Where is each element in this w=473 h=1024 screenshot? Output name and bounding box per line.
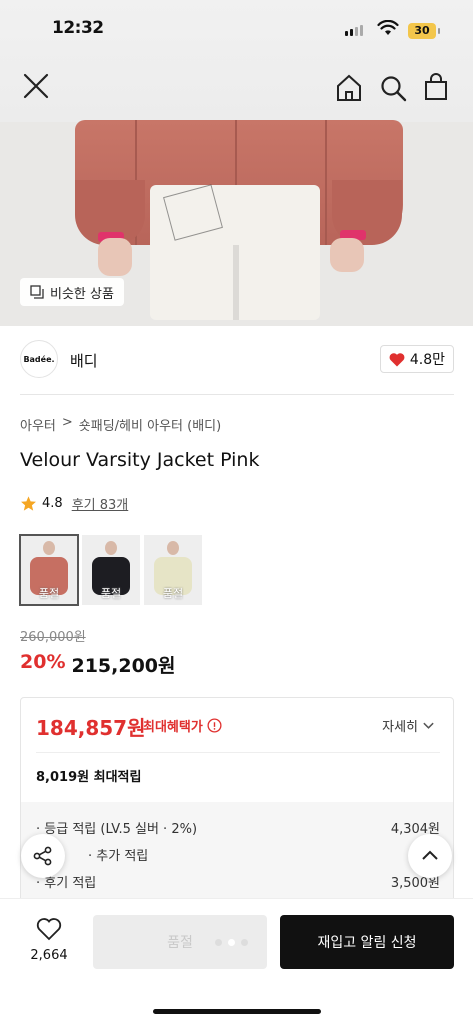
original-price: 260,000원 bbox=[20, 630, 86, 645]
signal-icon bbox=[345, 25, 363, 36]
product-rating: 4.8 후기 83개 bbox=[20, 494, 128, 513]
hand-right bbox=[330, 238, 364, 272]
chevron-down-icon bbox=[423, 722, 434, 729]
divider bbox=[20, 394, 454, 395]
close-icon[interactable] bbox=[20, 70, 52, 102]
home-icon[interactable] bbox=[334, 73, 364, 103]
points-row: · 후기 적립 3,500원 bbox=[36, 872, 440, 891]
chevron-up-icon bbox=[422, 850, 438, 860]
divider bbox=[36, 752, 440, 753]
battery-icon: 30 bbox=[408, 23, 440, 39]
search-icon[interactable] bbox=[378, 73, 408, 103]
breadcrumb-separator: > bbox=[61, 415, 73, 430]
restock-alert-label: 재입고 알림 신청 bbox=[317, 935, 417, 951]
brand-name[interactable]: 배디 bbox=[70, 350, 98, 371]
points-row-label: · 추가 적립 bbox=[88, 849, 149, 864]
max-benefit-text: 최대혜택가 bbox=[143, 720, 203, 735]
page-indicator bbox=[215, 939, 248, 946]
points-breakdown: · 등급 적립 (LV.5 실버 · 2%) 4,304원 · 추가 적립 2 … bbox=[21, 802, 453, 906]
similar-products-button[interactable]: 비슷한 상품 bbox=[20, 278, 124, 306]
wishlist-button[interactable]: 2,664 bbox=[24, 917, 74, 963]
info-icon[interactable] bbox=[207, 718, 222, 733]
color-option-pink[interactable]: 품절 bbox=[19, 534, 79, 606]
brand-row[interactable]: Badée. 배디 4.8만 bbox=[20, 340, 454, 380]
breadcrumb-level1[interactable]: 아우터 bbox=[20, 415, 56, 434]
star-icon bbox=[21, 496, 36, 511]
swatch-soldout-label: 품절 bbox=[100, 587, 122, 600]
restock-alert-button[interactable]: 재입고 알림 신청 bbox=[280, 915, 454, 969]
points-row: · 등급 적립 (LV.5 실버 · 2%) 4,304원 bbox=[36, 818, 440, 837]
review-count-link[interactable]: 후기 83개 bbox=[72, 494, 129, 513]
bottom-action-bar: 2,664 품절 재입고 알림 신청 bbox=[0, 898, 473, 1024]
max-benefit-box: 184,857원 최대혜택가 자세히 8,019원 최대적립 · 등급 적립 (… bbox=[20, 697, 454, 907]
brand-like-button[interactable]: 4.8만 bbox=[379, 345, 454, 373]
brand-logo[interactable]: Badée. bbox=[20, 340, 58, 378]
share-button[interactable] bbox=[21, 834, 65, 878]
sale-price: 215,200원 bbox=[71, 655, 176, 677]
color-option-black[interactable]: 품절 bbox=[82, 535, 140, 605]
points-row: · 추가 적립 2 bbox=[36, 845, 440, 864]
status-time: 12:32 bbox=[52, 18, 104, 38]
swatch-soldout-label: 품절 bbox=[162, 587, 184, 600]
discount-rate: 20% bbox=[20, 651, 66, 673]
wishlist-count: 2,664 bbox=[30, 948, 68, 963]
share-icon bbox=[33, 846, 52, 866]
points-total: 8,019원 최대적립 bbox=[36, 770, 142, 785]
color-option-cream[interactable]: 품절 bbox=[144, 535, 202, 605]
soldout-label: 품절 bbox=[167, 935, 193, 951]
points-row-label: · 등급 적립 (LV.5 실버 · 2%) bbox=[36, 822, 198, 837]
similar-icon bbox=[30, 285, 44, 299]
breadcrumb: 아우터 > 숏패딩/헤비 아우터 (배디) bbox=[20, 415, 221, 434]
benefit-detail-toggle[interactable]: 자세히 bbox=[382, 716, 435, 735]
status-bar: 12:32 30 bbox=[0, 0, 473, 60]
swatch-soldout-label: 품절 bbox=[38, 587, 60, 600]
scroll-top-button[interactable] bbox=[408, 834, 452, 878]
max-benefit-label[interactable]: 최대혜택가 bbox=[143, 716, 222, 735]
heart-outline-icon bbox=[36, 918, 62, 941]
product-title: Velour Varsity Jacket Pink bbox=[20, 449, 260, 471]
heart-filled-icon bbox=[389, 352, 405, 366]
rating-score: 4.8 bbox=[42, 496, 63, 511]
hand-left bbox=[98, 238, 132, 276]
price-row: 20% 215,200원 bbox=[20, 651, 176, 678]
home-indicator bbox=[153, 1009, 321, 1014]
breadcrumb-level2[interactable]: 숏패딩/헤비 아우터 (배디) bbox=[79, 415, 221, 434]
shopping-bag-icon[interactable] bbox=[421, 72, 451, 102]
detail-label: 자세히 bbox=[382, 720, 418, 735]
wifi-icon bbox=[377, 20, 399, 35]
color-options: 품절 품절 품절 bbox=[19, 534, 202, 606]
brand-like-count: 4.8만 bbox=[409, 352, 445, 368]
similar-products-label: 비슷한 상품 bbox=[50, 286, 114, 302]
max-benefit-price: 184,857원 bbox=[36, 716, 146, 740]
